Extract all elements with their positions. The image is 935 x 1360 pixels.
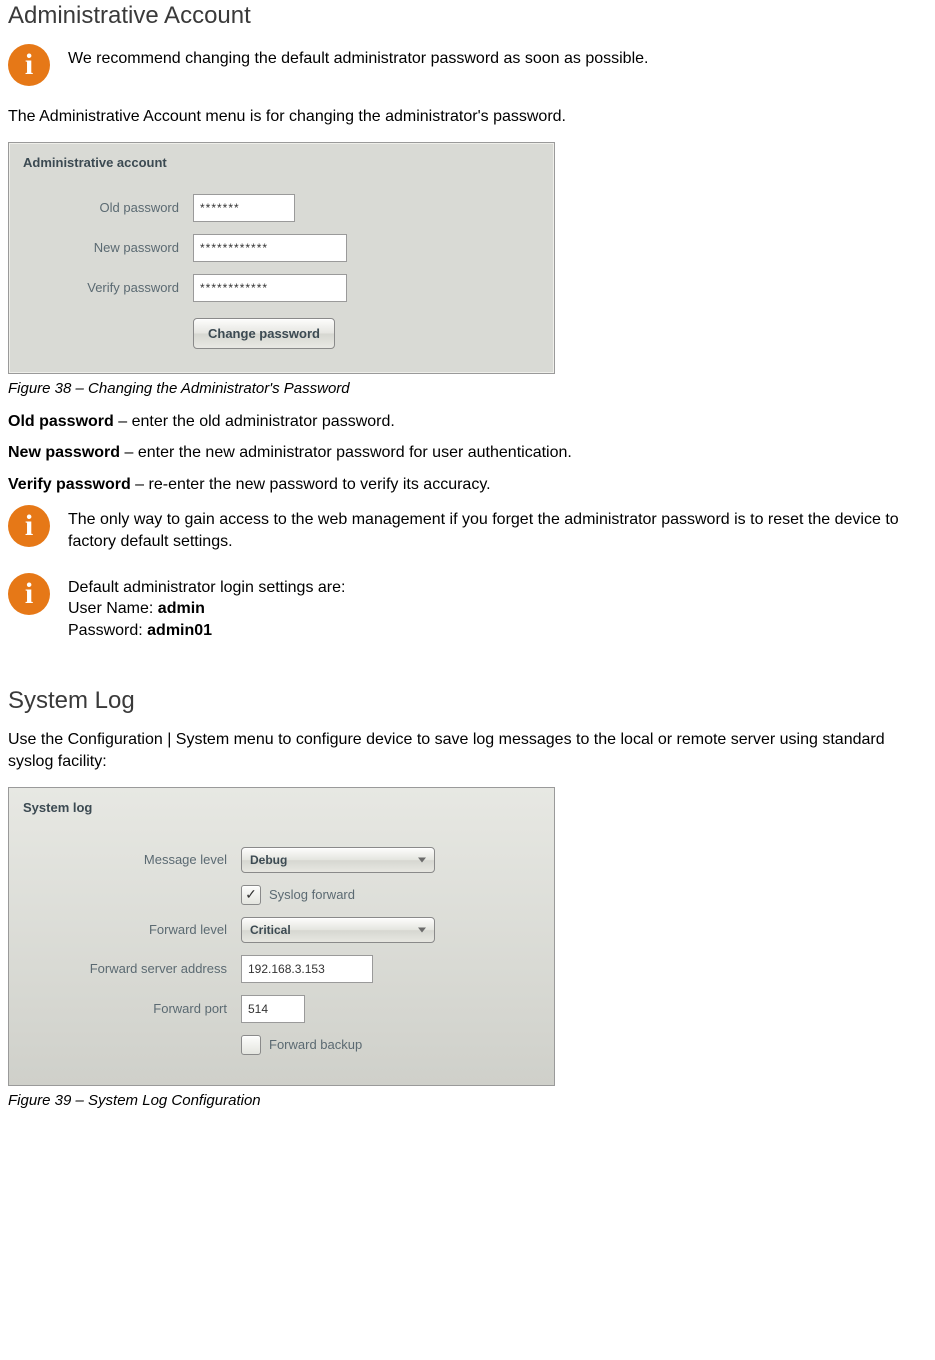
panel-title-admin: Administrative account — [9, 143, 554, 188]
def-old-password: Old password – enter the old administrat… — [8, 411, 925, 433]
figure-38-caption: Figure 38 – Changing the Administrator's… — [8, 380, 925, 397]
input-forward-server[interactable]: 192.168.3.153 — [241, 955, 373, 983]
chevron-down-icon — [418, 927, 426, 932]
checkbox-label: Syslog forward — [269, 887, 355, 902]
input-new-password[interactable]: ************ — [193, 234, 347, 262]
label-old-password: Old password — [23, 200, 193, 215]
system-log-panel: System log Message level Debug ✓ Syslog … — [8, 787, 555, 1086]
def-new-password: New password – enter the new administrat… — [8, 442, 925, 464]
label-forward-level: Forward level — [23, 922, 241, 937]
info-icon: i — [8, 505, 50, 547]
admin-intro: The Administrative Account menu is for c… — [8, 106, 925, 128]
label-new-password: New password — [23, 240, 193, 255]
panel-title-syslog: System log — [9, 788, 554, 841]
figure-39-caption: Figure 39 – System Log Configuration — [8, 1092, 925, 1109]
section-heading-syslog: System Log — [8, 687, 925, 715]
chevron-down-icon — [418, 857, 426, 862]
label-verify-password: Verify password — [23, 280, 193, 295]
section-heading-admin: Administrative Account — [8, 2, 925, 30]
syslog-intro: Use the Configuration | System menu to c… — [8, 729, 925, 772]
checkbox-box: ✓ — [241, 885, 261, 905]
checkbox-box — [241, 1035, 261, 1055]
select-message-level[interactable]: Debug — [241, 847, 435, 873]
info-text-2: The only way to gain access to the web m… — [68, 509, 925, 552]
info-icon: i — [8, 573, 50, 615]
info-text-1: We recommend changing the default admini… — [68, 48, 648, 70]
checkbox-label: Forward backup — [269, 1037, 362, 1052]
change-password-button[interactable]: Change password — [193, 318, 335, 349]
input-forward-port[interactable]: 514 — [241, 995, 305, 1023]
checkbox-forward-backup[interactable]: Forward backup — [241, 1035, 362, 1055]
info-text-3: Default administrator login settings are… — [68, 577, 345, 642]
def-verify-password: Verify password – re-enter the new passw… — [8, 474, 925, 496]
select-forward-level[interactable]: Critical — [241, 917, 435, 943]
label-forward-server: Forward server address — [23, 961, 241, 976]
admin-account-panel: Administrative account Old password ****… — [8, 142, 555, 374]
label-forward-port: Forward port — [23, 1001, 241, 1016]
input-old-password[interactable]: ******* — [193, 194, 295, 222]
input-verify-password[interactable]: ************ — [193, 274, 347, 302]
checkbox-syslog-forward[interactable]: ✓ Syslog forward — [241, 885, 355, 905]
info-icon: i — [8, 44, 50, 86]
label-message-level: Message level — [23, 852, 241, 867]
